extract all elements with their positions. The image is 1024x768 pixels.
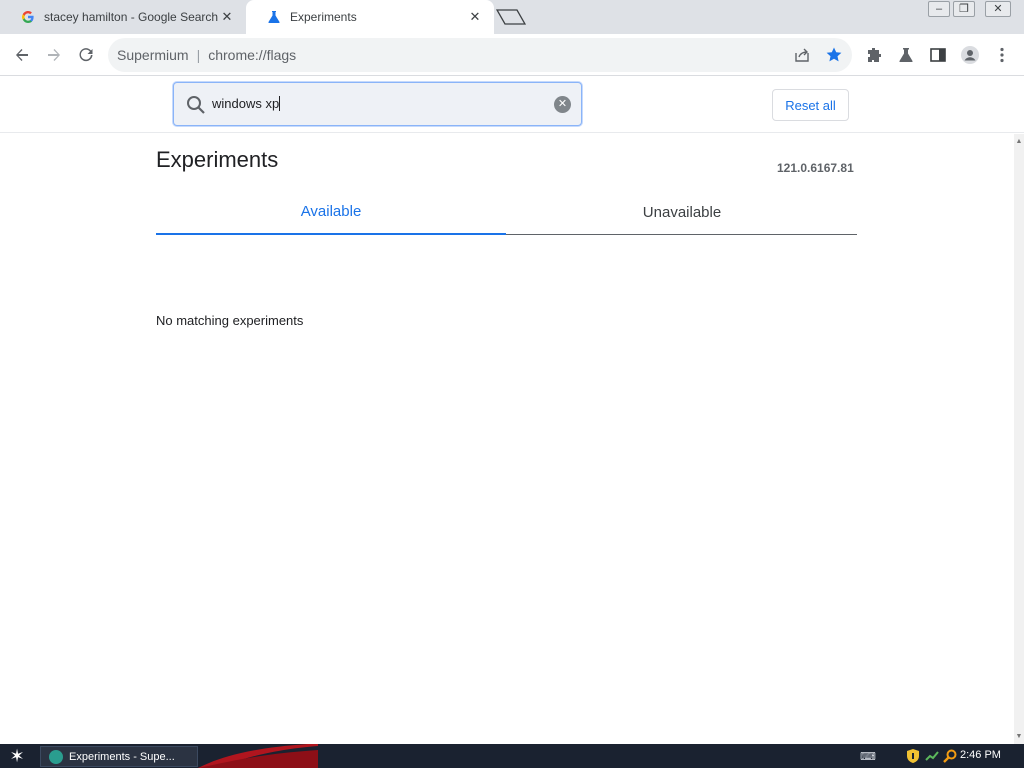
- minimize-button[interactable]: –: [928, 1, 950, 17]
- tab-available[interactable]: Available: [156, 190, 506, 235]
- close-icon[interactable]: ✕: [468, 10, 482, 24]
- extensions-icon[interactable]: [862, 43, 886, 67]
- taskbar: ✶ Experiments - Supe... ⌨ 2:46 PM: [0, 744, 1024, 768]
- search-value: windows xp: [212, 96, 281, 111]
- tab-google-search[interactable]: stacey hamilton - Google Search ✕: [0, 0, 246, 34]
- share-icon[interactable]: [790, 43, 814, 67]
- flags-header: windows xp ✕ Reset all: [0, 77, 1024, 133]
- forward-icon[interactable]: [42, 43, 66, 67]
- close-icon[interactable]: ✕: [220, 10, 234, 24]
- taskbar-clock: 2:46 PM: [960, 749, 1001, 761]
- vertical-scrollbar[interactable]: ▲ ▼: [1014, 134, 1024, 744]
- version-label: 121.0.6167.81: [777, 161, 854, 175]
- page-title: Experiments: [156, 147, 279, 172]
- bookmark-star-icon[interactable]: [822, 43, 846, 67]
- tab-title: stacey hamilton - Google Search: [44, 10, 219, 24]
- back-icon[interactable]: [10, 43, 34, 67]
- browser-app-icon: [49, 749, 63, 764]
- taskbar-item-experiments[interactable]: Experiments - Supe...: [40, 746, 198, 767]
- menu-kebab-icon[interactable]: [990, 43, 1014, 67]
- scroll-up-icon[interactable]: ▲: [1015, 138, 1023, 145]
- search-icon: [185, 94, 207, 116]
- taskbar-item-label: Experiments - Supe...: [69, 750, 175, 763]
- keyboard-icon[interactable]: ⌨: [860, 748, 876, 764]
- flags-search-input[interactable]: windows xp ✕: [173, 82, 582, 126]
- restore-button[interactable]: ❐: [953, 1, 975, 17]
- flask-icon: [266, 9, 282, 25]
- start-button[interactable]: ✶: [4, 746, 30, 766]
- side-panel-icon[interactable]: [926, 43, 950, 67]
- tab-experiments[interactable]: Experiments ✕: [246, 0, 494, 34]
- omnibox-url: chrome://flags: [208, 47, 297, 63]
- flask-icon[interactable]: [894, 43, 918, 67]
- magnifier-icon[interactable]: [942, 748, 958, 764]
- browser-toolbar: Supermium | chrome://flags: [0, 34, 1024, 76]
- wallpaper-swoosh: [198, 744, 318, 768]
- empty-state-message: No matching experiments: [156, 313, 304, 328]
- omnibox-separator: |: [196, 47, 201, 63]
- omnibox-brand: Supermium: [117, 47, 189, 63]
- shield-icon[interactable]: [905, 748, 921, 764]
- close-window-button[interactable]: ✕: [985, 1, 1011, 17]
- profile-avatar-icon[interactable]: [958, 43, 982, 67]
- reset-all-button[interactable]: Reset all: [772, 89, 849, 121]
- reload-icon[interactable]: [74, 43, 98, 67]
- clear-search-icon[interactable]: ✕: [554, 96, 571, 113]
- network-icon[interactable]: [924, 748, 940, 764]
- tab-strip: stacey hamilton - Google Search ✕ Experi…: [0, 0, 1024, 34]
- flags-tabs: Available Unavailable: [156, 190, 857, 235]
- tab-title: Experiments: [290, 10, 357, 24]
- new-tab-button[interactable]: [495, 8, 527, 26]
- scroll-down-icon[interactable]: ▼: [1015, 733, 1023, 740]
- tab-unavailable[interactable]: Unavailable: [507, 190, 857, 234]
- google-g-icon: [20, 9, 36, 25]
- address-bar[interactable]: Supermium | chrome://flags: [108, 38, 852, 72]
- flags-content: Experiments 121.0.6167.81 Available Unav…: [0, 134, 1014, 744]
